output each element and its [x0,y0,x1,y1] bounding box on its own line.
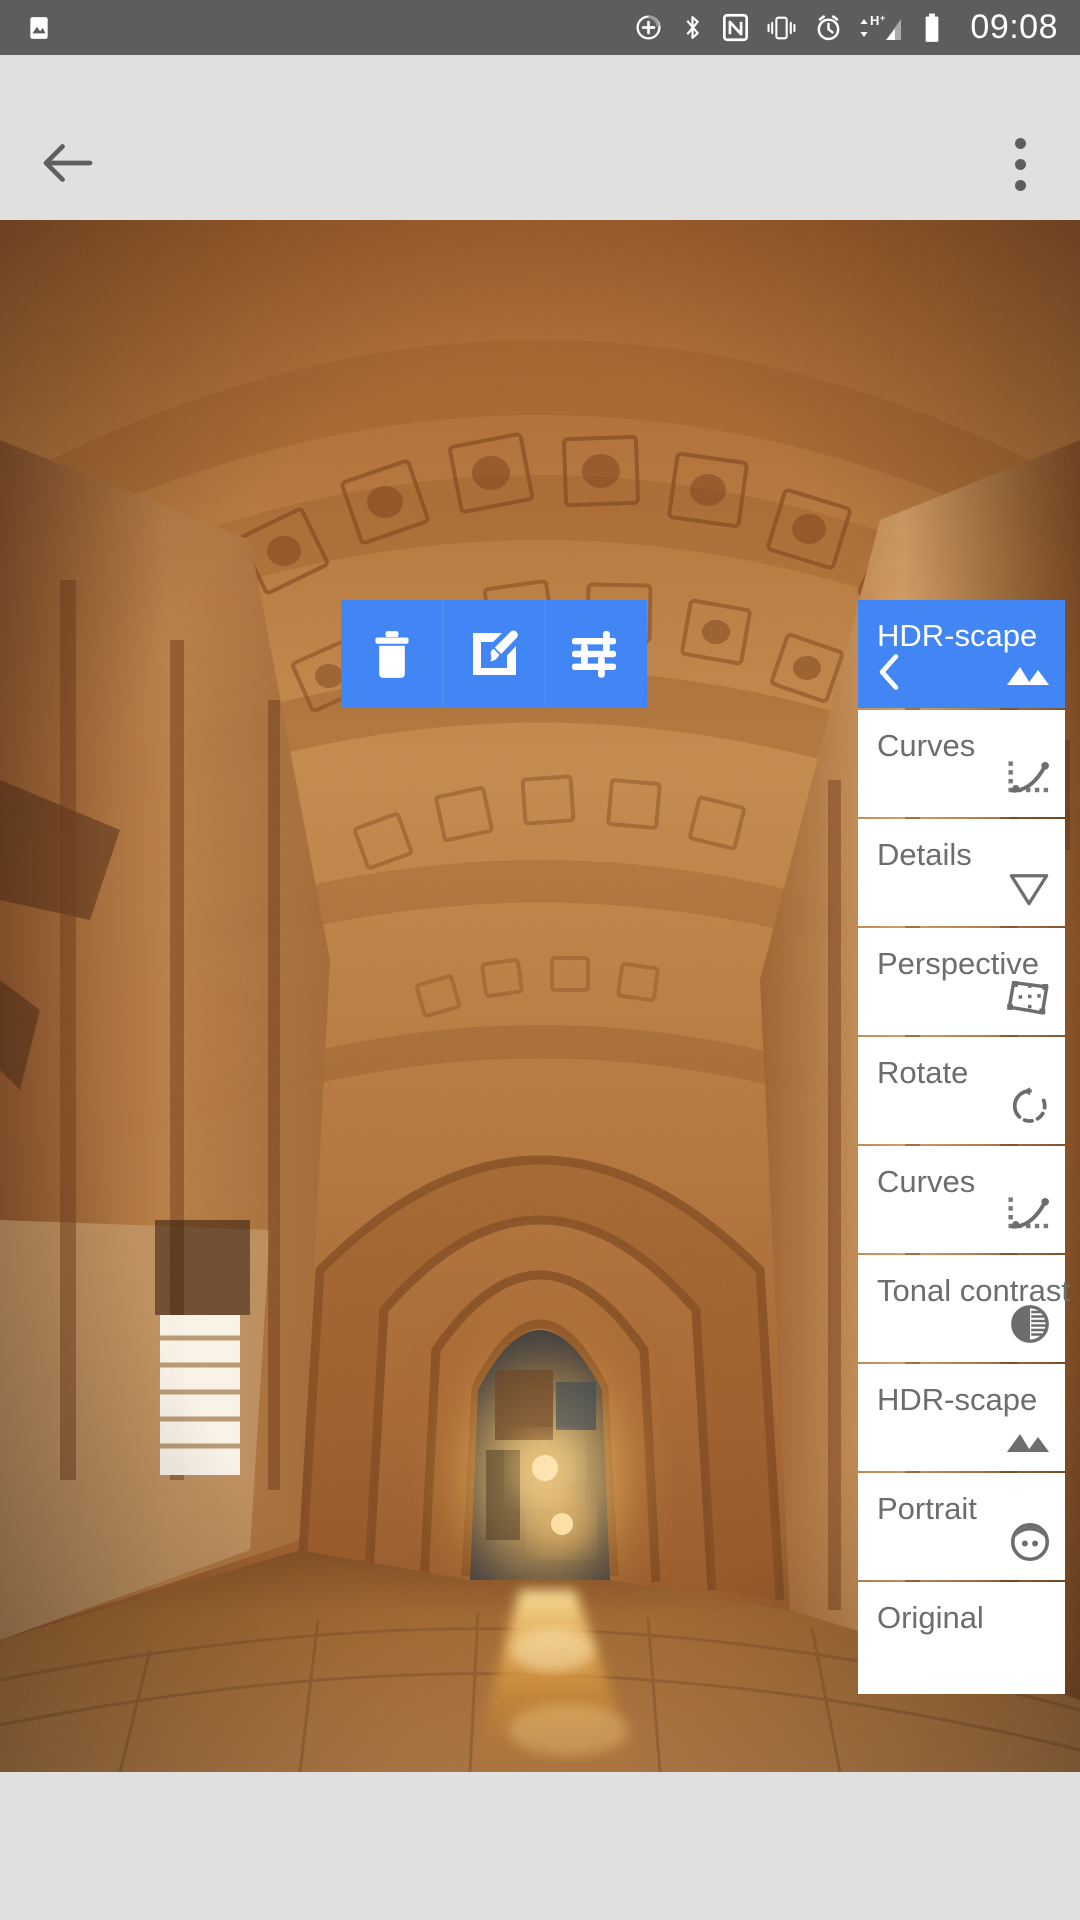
action-bar [0,55,1080,220]
overflow-menu-button[interactable] [990,133,1050,195]
tonal-contrast-icon [1009,1303,1051,1350]
overflow-dot [1014,137,1026,149]
look-item-curves[interactable]: Curves [858,1146,1065,1253]
portrait-face-icon [1009,1521,1051,1568]
status-bar-left [26,15,52,41]
vibrate-icon [766,14,797,42]
overflow-dot [1014,158,1026,170]
look-item-label: Curves [877,1164,976,1199]
curves-icon [1007,758,1051,805]
svg-text:H: H [870,13,879,28]
data-saver-icon [634,13,663,42]
look-item-label: Portrait [877,1491,977,1526]
look-item-curves[interactable]: Curves [858,710,1065,817]
chevron-left-icon[interactable] [877,653,901,696]
look-item-label: Details [877,837,972,872]
look-item-hdr-scape[interactable]: HDR-scape [858,1364,1065,1471]
looks-panel-title: HDR-scape [877,618,1038,653]
alarm-icon [814,13,843,42]
status-bar: H + 09:08 [0,0,1080,55]
arrow-left-icon [43,144,93,182]
look-item-portrait[interactable]: Portrait [858,1473,1065,1580]
back-button[interactable] [33,133,103,193]
delete-button[interactable] [341,600,443,708]
nfc-icon [722,13,749,42]
curves-icon [1007,1194,1051,1241]
look-item-tonal-contrast[interactable]: Tonal contrast [858,1255,1070,1362]
status-bar-clock: 09:08 [970,8,1058,46]
image-action-toolbar [341,600,647,708]
perspective-icon [1005,976,1051,1023]
status-bar-right: H + 09:08 [634,8,1058,47]
look-item-original[interactable]: Original [858,1582,1065,1694]
rotate-icon [1009,1085,1051,1132]
look-item-label: HDR-scape [877,1382,1038,1417]
tune-button[interactable] [544,600,647,708]
brush-edit-icon [472,630,518,675]
look-item-label: Curves [877,728,976,763]
looks-panel-header[interactable]: HDR-scape [858,600,1065,708]
looks-panel: HDR-scape Curves Details Perspective Rot… [858,600,1070,1696]
mobile-data-icon: H + [860,13,906,43]
look-item-label: Rotate [877,1055,969,1090]
details-triangle-icon [1007,869,1051,914]
photo-notification-icon [26,15,52,41]
tune-sliders-icon [572,631,617,678]
look-item-details[interactable]: Details [858,819,1065,926]
bluetooth-icon [680,13,705,42]
look-item-label: Original [877,1600,984,1635]
mountains-icon [1005,661,1051,692]
edit-button[interactable] [442,600,545,708]
battery-icon [923,13,941,43]
mountains-icon [1005,1428,1051,1459]
overflow-dot [1014,179,1026,191]
look-item-rotate[interactable]: Rotate [858,1037,1065,1144]
app-screen: H + 09:08 HDR-scape Curves Details Persp… [0,0,1080,1920]
look-item-perspective[interactable]: Perspective [858,928,1065,1035]
svg-text:+: + [880,13,885,23]
trash-icon [375,631,409,678]
